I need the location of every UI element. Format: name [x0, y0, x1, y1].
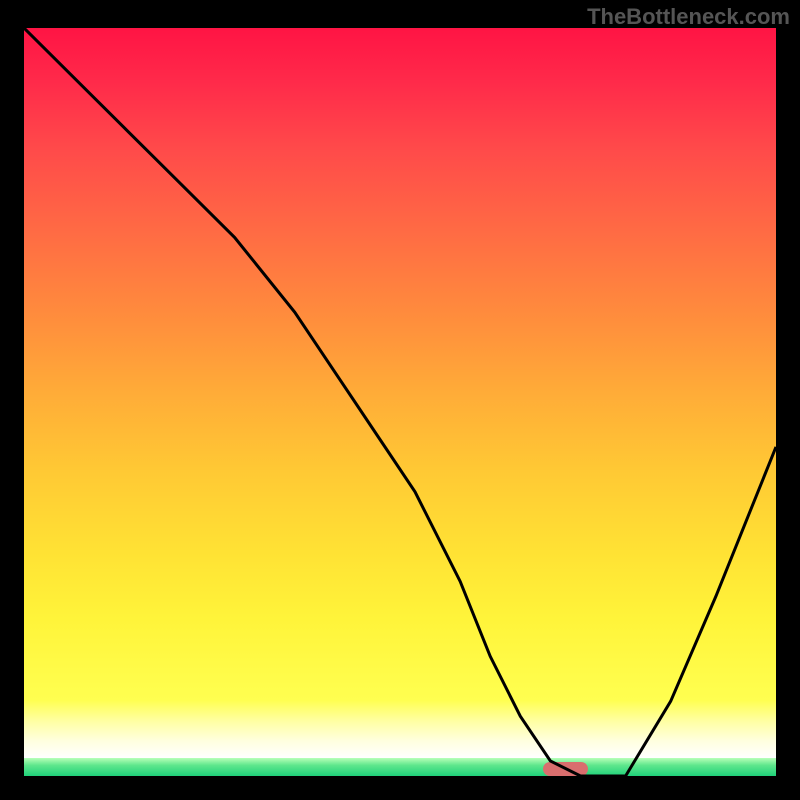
- watermark-text: TheBottleneck.com: [587, 4, 790, 30]
- plot-area: [24, 28, 776, 776]
- curve-path: [24, 28, 776, 776]
- bottleneck-curve: [24, 28, 776, 776]
- chart-frame: TheBottleneck.com: [0, 0, 800, 800]
